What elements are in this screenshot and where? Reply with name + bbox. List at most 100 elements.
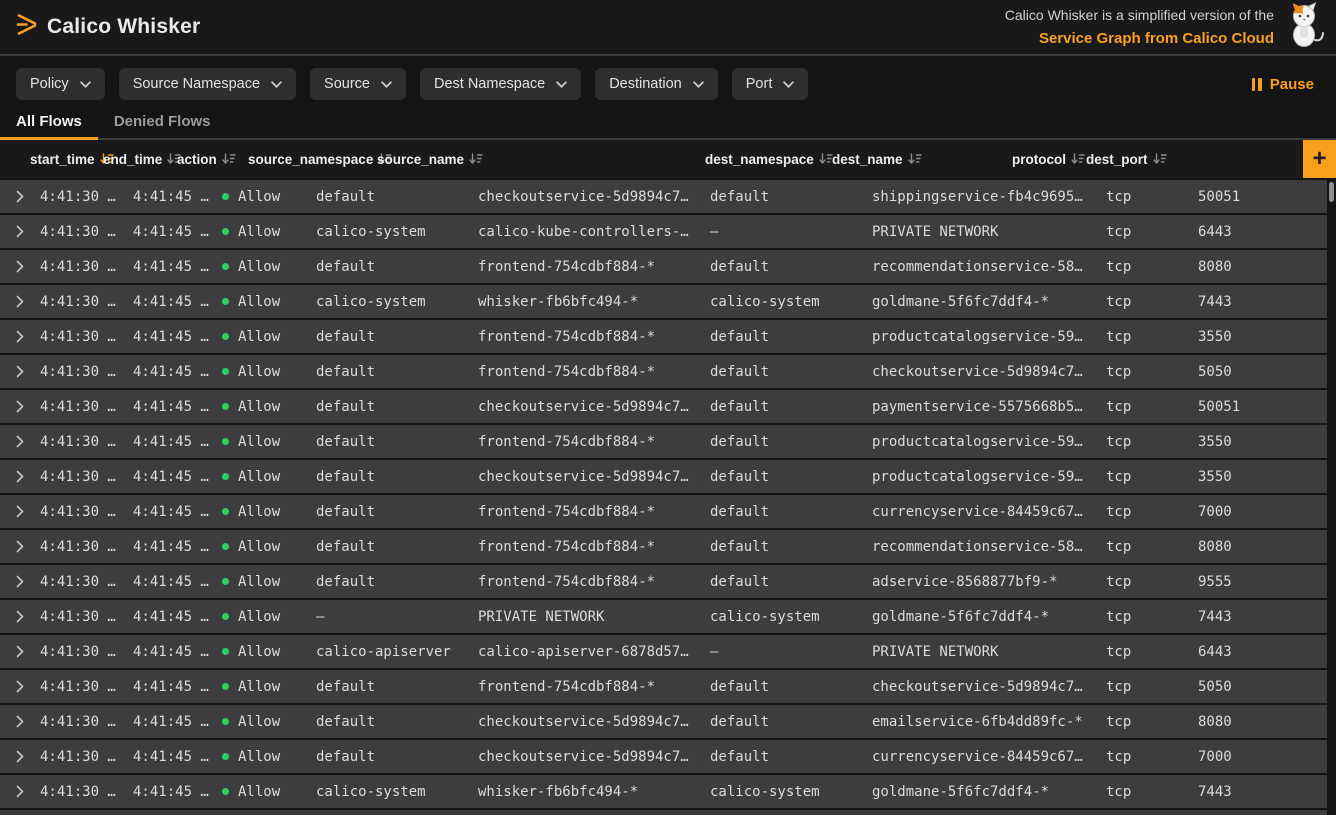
cell-dest-name: PRIVATE NETWORK (872, 224, 1106, 240)
cell-dest-name: goldmane-5f6fc7ddf4-* (872, 784, 1106, 800)
cell-dest-name: productcatalogservice-59… (872, 434, 1106, 450)
tab-all-flows[interactable]: All Flows (0, 106, 98, 140)
column-header-end_time[interactable]: end_time (103, 140, 181, 178)
vertical-scrollbar[interactable] (1329, 182, 1334, 202)
flow-row[interactable]: 4:41:30 … 4:41:45 … Allow – PRIVATE NETW… (0, 600, 1327, 633)
flow-row[interactable]: 4:41:30 … 4:41:45 … Allow default fronte… (0, 495, 1327, 528)
cell-source-namespace: calico-system (316, 784, 478, 800)
flow-row[interactable]: 4:41:30 … 4:41:45 … Allow default fronte… (0, 355, 1327, 388)
column-header-source_name[interactable]: source_name (377, 140, 483, 178)
column-header-dest_namespace[interactable]: dest_namespace (705, 140, 833, 178)
expand-row-chevron-icon[interactable] (0, 785, 40, 798)
allow-status-dot (222, 473, 229, 480)
flow-row[interactable]: 4:41:30 … 4:41:45 … Allow default checko… (0, 705, 1327, 738)
sort-icon[interactable] (1071, 153, 1085, 165)
expand-row-chevron-icon[interactable] (0, 190, 40, 203)
filter-dropdown-port[interactable]: Port (732, 68, 809, 100)
cell-dest-namespace: – (710, 644, 872, 660)
expand-row-chevron-icon[interactable] (0, 645, 40, 658)
table-header: start_time end_time action source_namesp… (0, 140, 1336, 178)
allow-status-dot (222, 648, 229, 655)
pause-button[interactable]: Pause (1252, 76, 1314, 93)
flow-row[interactable]: 4:41:30 … 4:41:45 … Allow calico-apiserv… (0, 635, 1327, 668)
cell-dest-namespace: default (710, 259, 872, 275)
chevron-down-icon (80, 76, 91, 92)
cell-protocol: tcp (1106, 259, 1198, 275)
cell-protocol: tcp (1106, 294, 1198, 310)
filter-dropdown-destination[interactable]: Destination (595, 68, 718, 100)
expand-row-chevron-icon[interactable] (0, 750, 40, 763)
cell-dest-name: currencyservice-84459c67… (872, 504, 1106, 520)
expand-row-chevron-icon[interactable] (0, 575, 40, 588)
add-column-button[interactable]: + (1303, 140, 1336, 178)
filter-dropdown-policy[interactable]: Policy (16, 68, 105, 100)
expand-row-chevron-icon[interactable] (0, 610, 40, 623)
expand-row-chevron-icon[interactable] (0, 400, 40, 413)
column-header-protocol[interactable]: protocol (1012, 140, 1085, 178)
filter-dropdown-source[interactable]: Source (310, 68, 406, 100)
filter-dropdown-source-namespace[interactable]: Source Namespace (119, 68, 296, 100)
flow-row[interactable]: 4:41:30 … 4:41:45 … Allow default checko… (0, 460, 1327, 493)
flow-row[interactable]: 4:41:30 … 4:41:45 … Allow default fronte… (0, 425, 1327, 458)
cell-dest-port: 6443 (1198, 644, 1327, 660)
cell-action: Allow (222, 469, 316, 485)
flow-row[interactable]: 4:41:30 … 4:41:45 … Allow default fronte… (0, 670, 1327, 703)
cell-protocol: tcp (1106, 469, 1198, 485)
column-header-source_namespace[interactable]: source_namespace (248, 140, 392, 178)
cell-end-time: 4:41:45 … (133, 539, 222, 555)
expand-row-chevron-icon[interactable] (0, 435, 40, 448)
sort-icon[interactable] (1153, 153, 1167, 165)
expand-row-chevron-icon[interactable] (0, 260, 40, 273)
expand-row-chevron-icon[interactable] (0, 505, 40, 518)
allow-status-dot (222, 718, 229, 725)
cell-start-time: 4:41:30 … (40, 224, 133, 240)
filter-toolbar: Policy Source Namespace Source Dest Name… (0, 56, 1336, 106)
sort-icon[interactable] (908, 153, 922, 165)
filter-label: Port (746, 76, 773, 92)
cell-protocol: tcp (1106, 434, 1198, 450)
cell-source-name: checkoutservice-5d9894c7… (478, 399, 710, 415)
tagline-text: Calico Whisker is a simplified version o… (1005, 7, 1274, 23)
cell-action: Allow (222, 714, 316, 730)
flow-row[interactable]: 4:41:30 … 4:41:45 … Allow default fronte… (0, 250, 1327, 283)
sort-icon[interactable] (819, 153, 833, 165)
sort-icon[interactable] (469, 153, 483, 165)
expand-row-chevron-icon[interactable] (0, 295, 40, 308)
flow-row[interactable]: 4:41:30 … 4:41:45 … Allow default checko… (0, 390, 1327, 423)
cell-action: Allow (222, 504, 316, 520)
flow-row[interactable]: 4:41:30 … 4:41:45 … Allow calico-system … (0, 215, 1327, 248)
flow-row[interactable]: 4:41:30 … 4:41:45 … Allow calico-system … (0, 775, 1327, 808)
column-header-dest_name[interactable]: dest_name (832, 140, 922, 178)
cell-start-time: 4:41:30 … (40, 364, 133, 380)
allow-status-dot (222, 788, 229, 795)
expand-row-chevron-icon[interactable] (0, 330, 40, 343)
allow-status-dot (222, 753, 229, 760)
cell-dest-name: goldmane-5f6fc7ddf4-* (872, 609, 1106, 625)
cell-dest-name: productcatalogservice-59… (872, 329, 1106, 345)
flow-row[interactable]: 4:41:30 … 4:41:45 … Allow default fronte… (0, 565, 1327, 598)
expand-row-chevron-icon[interactable] (0, 680, 40, 693)
service-graph-link[interactable]: Service Graph from Calico Cloud (1005, 28, 1274, 51)
expand-row-chevron-icon[interactable] (0, 540, 40, 553)
cell-source-name: checkoutservice-5d9894c7… (478, 714, 710, 730)
expand-row-chevron-icon[interactable] (0, 470, 40, 483)
flow-row[interactable]: 4:41:30 … 4:41:45 … Allow default checko… (0, 180, 1327, 213)
cell-start-time: 4:41:30 … (40, 504, 133, 520)
cell-start-time: 4:41:30 … (40, 539, 133, 555)
tab-denied-flows[interactable]: Denied Flows (98, 106, 227, 140)
expand-row-chevron-icon[interactable] (0, 225, 40, 238)
cell-source-name: checkoutservice-5d9894c7… (478, 189, 710, 205)
cell-protocol: tcp (1106, 224, 1198, 240)
flow-row[interactable]: 4:41:30 … 4:41:45 … Allow default checko… (0, 740, 1327, 773)
cell-end-time: 4:41:45 … (133, 434, 222, 450)
flow-row[interactable]: 4:41:30 … 4:41:45 … Allow calico-system … (0, 285, 1327, 318)
expand-row-chevron-icon[interactable] (0, 715, 40, 728)
flow-row[interactable]: 4:41:30 … 4:41:45 … Allow default fronte… (0, 320, 1327, 353)
column-header-start_time[interactable]: start_time (30, 140, 114, 178)
filter-dropdown-dest-namespace[interactable]: Dest Namespace (420, 68, 581, 100)
expand-row-chevron-icon[interactable] (0, 365, 40, 378)
column-header-dest_port[interactable]: dest_port (1086, 140, 1167, 178)
flow-row[interactable]: 4:41:30 … 4:41:45 … Allow default fronte… (0, 530, 1327, 563)
sort-icon[interactable] (222, 153, 236, 165)
column-header-action[interactable]: action (177, 140, 236, 178)
